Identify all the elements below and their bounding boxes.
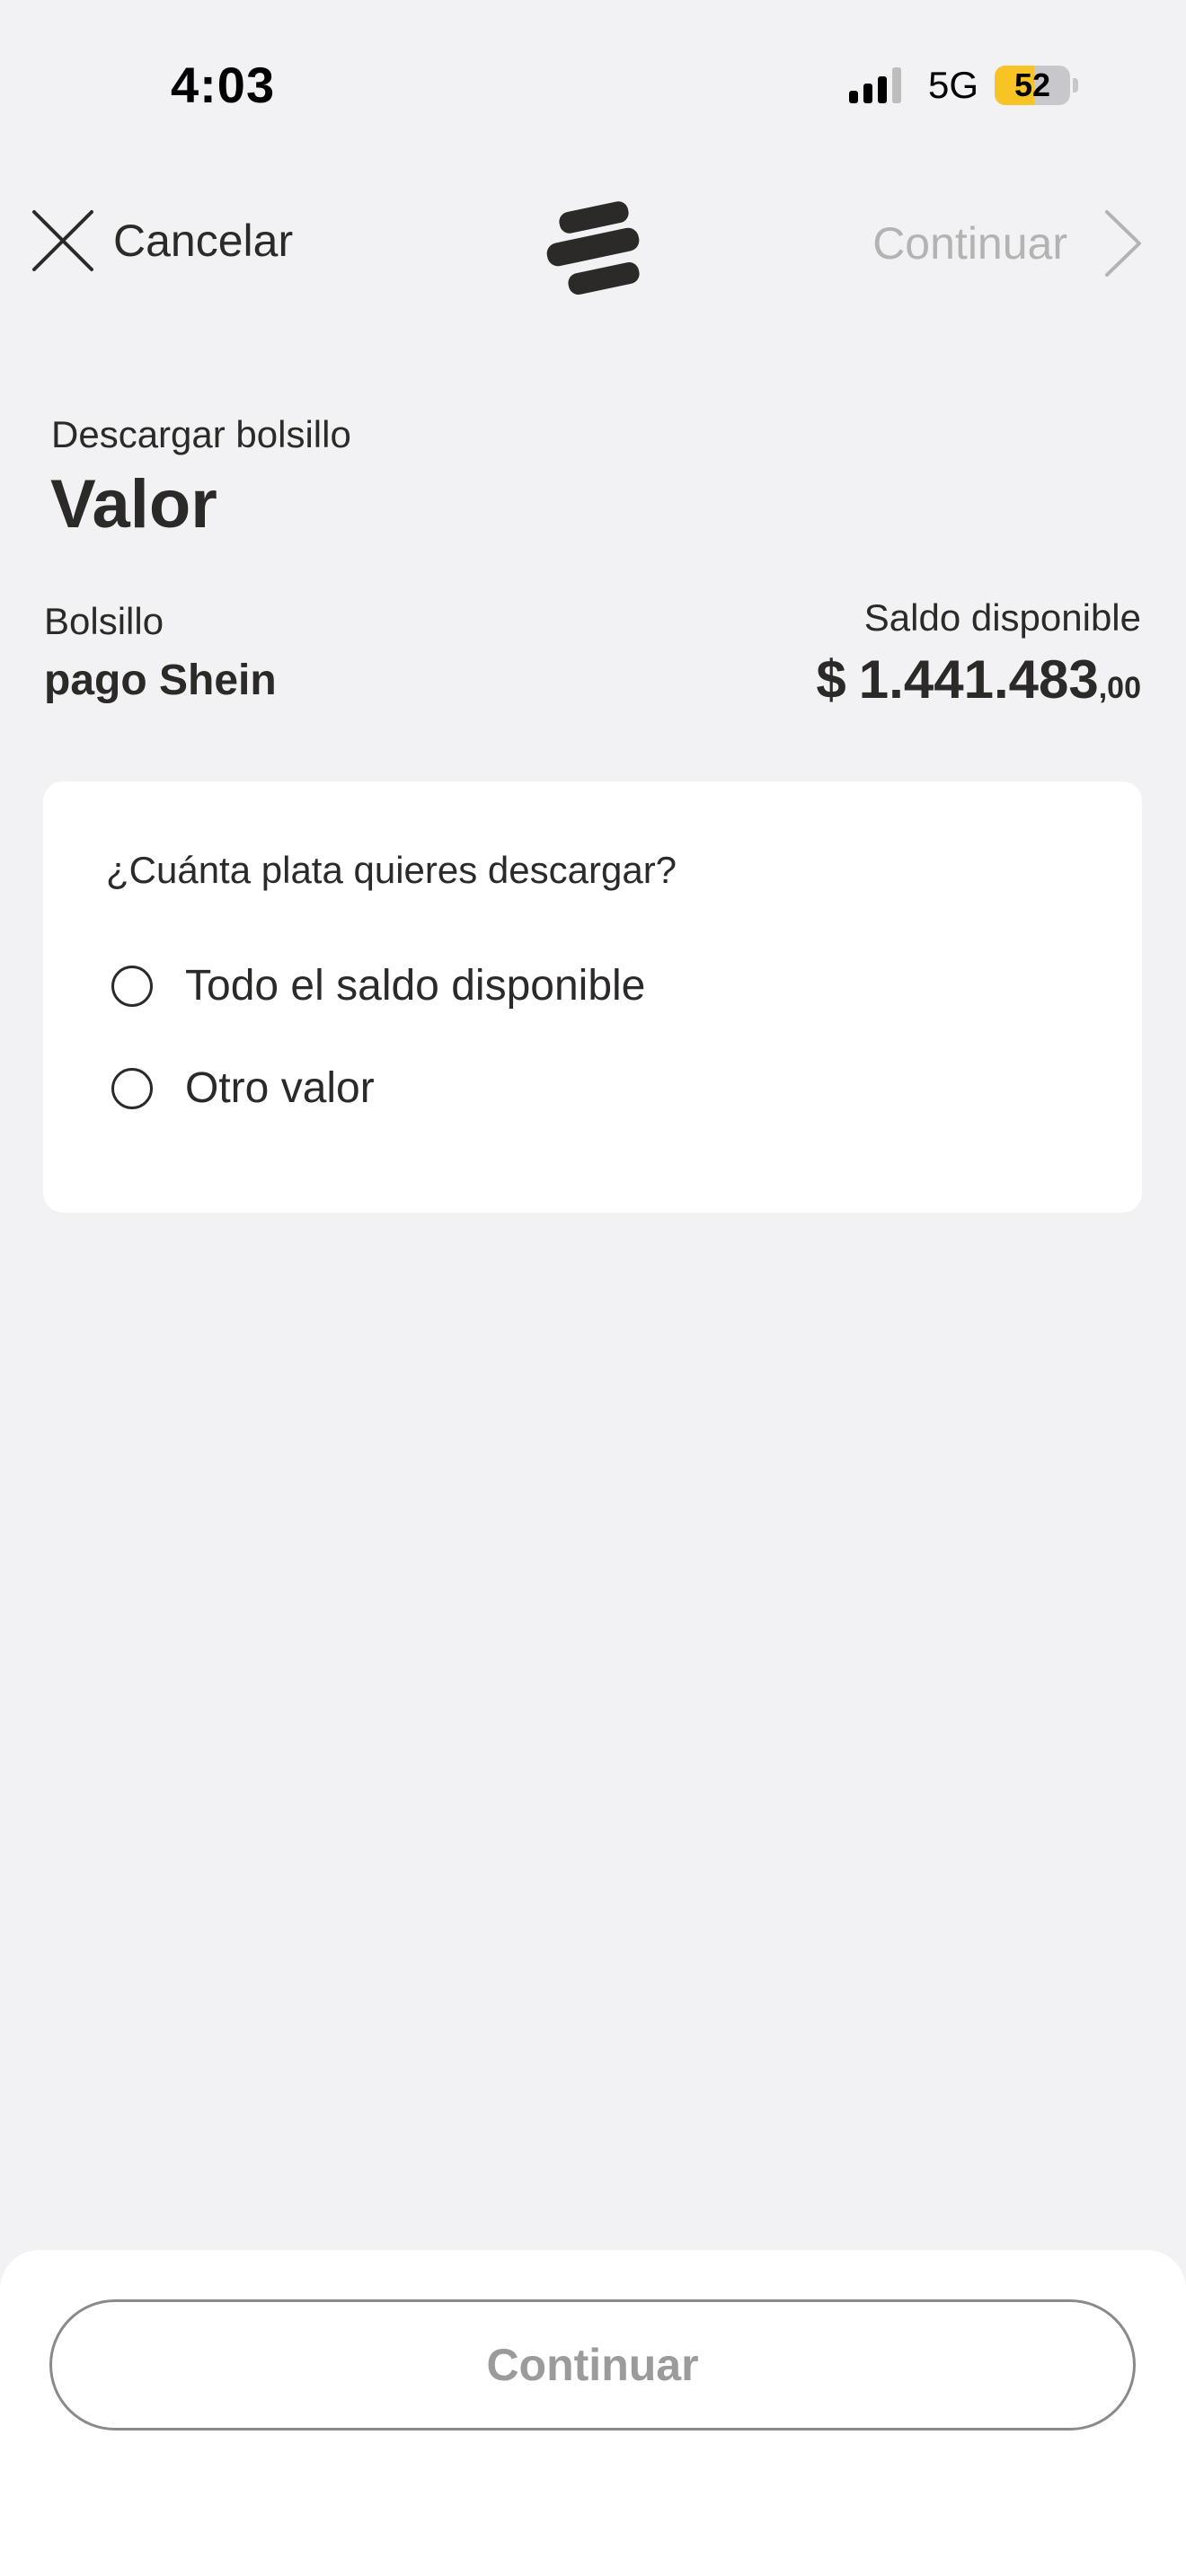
balance-label: Saldo disponible [863, 596, 1141, 639]
status-indicators: 5G 52 [848, 63, 1078, 108]
radio-label: Otro valor [185, 1064, 375, 1112]
close-icon [32, 210, 93, 271]
page-title: Valor [50, 466, 217, 543]
network-label: 5G [927, 64, 978, 106]
balance-decimals: ,00 [1098, 671, 1141, 705]
header-continue-button[interactable]: Continuar [872, 208, 1143, 278]
radio-button[interactable] [111, 1067, 153, 1109]
pocket-label: Bolsillo [44, 600, 164, 642]
radio-label: Todo el saldo disponible [185, 962, 646, 1010]
continue-button[interactable]: Continuar [49, 2299, 1136, 2430]
radio-option-full-balance[interactable]: Todo el saldo disponible [111, 961, 645, 1010]
radio-button[interactable] [111, 965, 153, 1007]
status-time: 4:03 [171, 57, 276, 113]
radio-option-other-amount[interactable]: Otro valor [111, 1063, 375, 1113]
bank-logo-icon [539, 196, 645, 306]
cancel-label: Cancelar [113, 216, 294, 266]
battery-level: 52 [1013, 66, 1051, 103]
pocket-name: pago Shein [44, 657, 277, 704]
chevron-right-icon [1105, 210, 1141, 277]
balance-currency: $ [816, 649, 846, 710]
header-continue-label: Continuar [872, 218, 1067, 269]
balance-amount: $ 1.441.483 ,00 [816, 648, 1141, 710]
amount-options-card: ¿Cuánta plata quieres descargar? Todo el… [43, 781, 1142, 1213]
continue-button-label: Continuar [486, 2340, 699, 2390]
battery-icon: 52 [995, 66, 1070, 105]
battery-nub [1073, 78, 1078, 93]
cancel-button[interactable]: Cancelar [31, 208, 293, 273]
signal-icon [848, 67, 907, 103]
amount-question: ¿Cuánta plata quieres descargar? [106, 849, 677, 891]
balance-integer: 1.441.483 [858, 649, 1099, 710]
bottom-sheet: Continuar [0, 2250, 1186, 2576]
page-subtitle: Descargar bolsillo [51, 413, 351, 455]
